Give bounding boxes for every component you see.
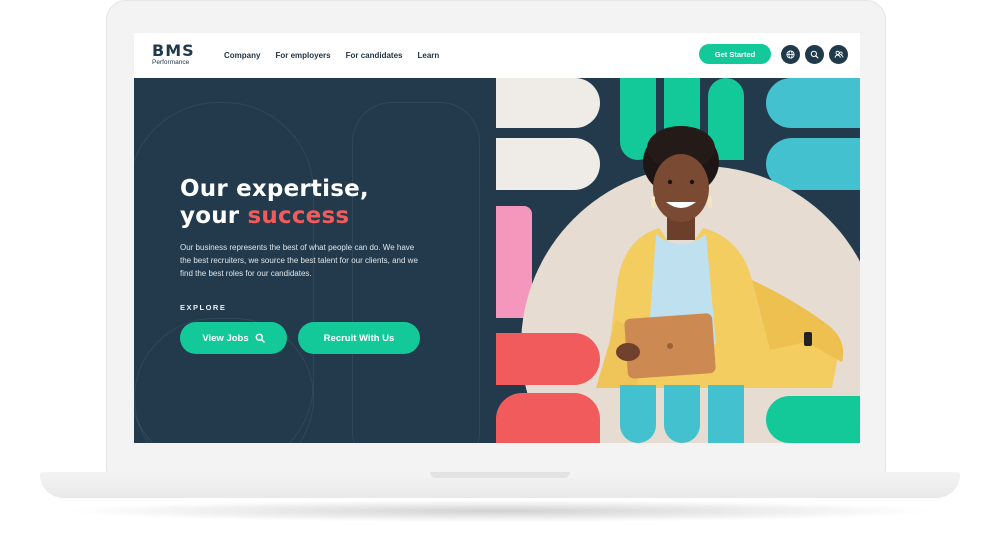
logo-mark: BMS (152, 41, 195, 60)
teal-bar-shape (664, 385, 700, 443)
hero-heading-prefix: your (180, 203, 248, 229)
explore-label: EXPLORE (180, 303, 227, 312)
coral-pill-shape (496, 333, 600, 385)
coral-pill-shape (496, 393, 600, 443)
recruit-with-us-button[interactable]: Recruit With Us (298, 322, 420, 354)
nav-links: Company For employers For candidates Lea… (224, 33, 439, 78)
laptop-mockup: BMS Performance Company For employers Fo… (0, 0, 1000, 536)
green-pill-shape (766, 396, 860, 443)
hero-description: Our business represents the best of what… (180, 243, 418, 279)
teal-bar-shape (708, 385, 744, 443)
search-button[interactable] (805, 45, 824, 64)
view-jobs-button[interactable]: View Jobs (180, 322, 287, 354)
get-started-button[interactable]: Get Started (699, 44, 771, 64)
nav-link-company[interactable]: Company (224, 51, 260, 60)
nav-link-candidates[interactable]: For candidates (346, 51, 403, 60)
top-navigation: BMS Performance Company For employers Fo… (134, 33, 860, 78)
search-icon (255, 333, 265, 343)
users-icon (834, 50, 843, 58)
hero-section: Our expertise, your success Our business… (134, 78, 860, 443)
language-button[interactable] (781, 45, 800, 64)
view-jobs-label: View Jobs (202, 332, 249, 344)
hero-heading-line1: Our expertise, (180, 176, 369, 202)
account-button[interactable] (829, 45, 848, 64)
hero-collage (496, 78, 860, 443)
website-screen: BMS Performance Company For employers Fo… (134, 33, 860, 443)
brand-logo[interactable]: BMS Performance (152, 41, 204, 67)
laptop-shadow (60, 500, 940, 522)
logo-subtitle: Performance (152, 59, 190, 66)
search-icon (810, 50, 819, 59)
woman-holding-tablet-photo (596, 126, 844, 388)
laptop-notch (430, 472, 570, 478)
nav-link-employers[interactable]: For employers (275, 51, 330, 60)
hero-heading-accent: success (247, 203, 350, 229)
nav-link-learn[interactable]: Learn (418, 51, 440, 60)
teal-bar-shape (620, 385, 656, 443)
hero-heading: Our expertise, your success (180, 176, 480, 230)
globe-icon (786, 50, 795, 59)
